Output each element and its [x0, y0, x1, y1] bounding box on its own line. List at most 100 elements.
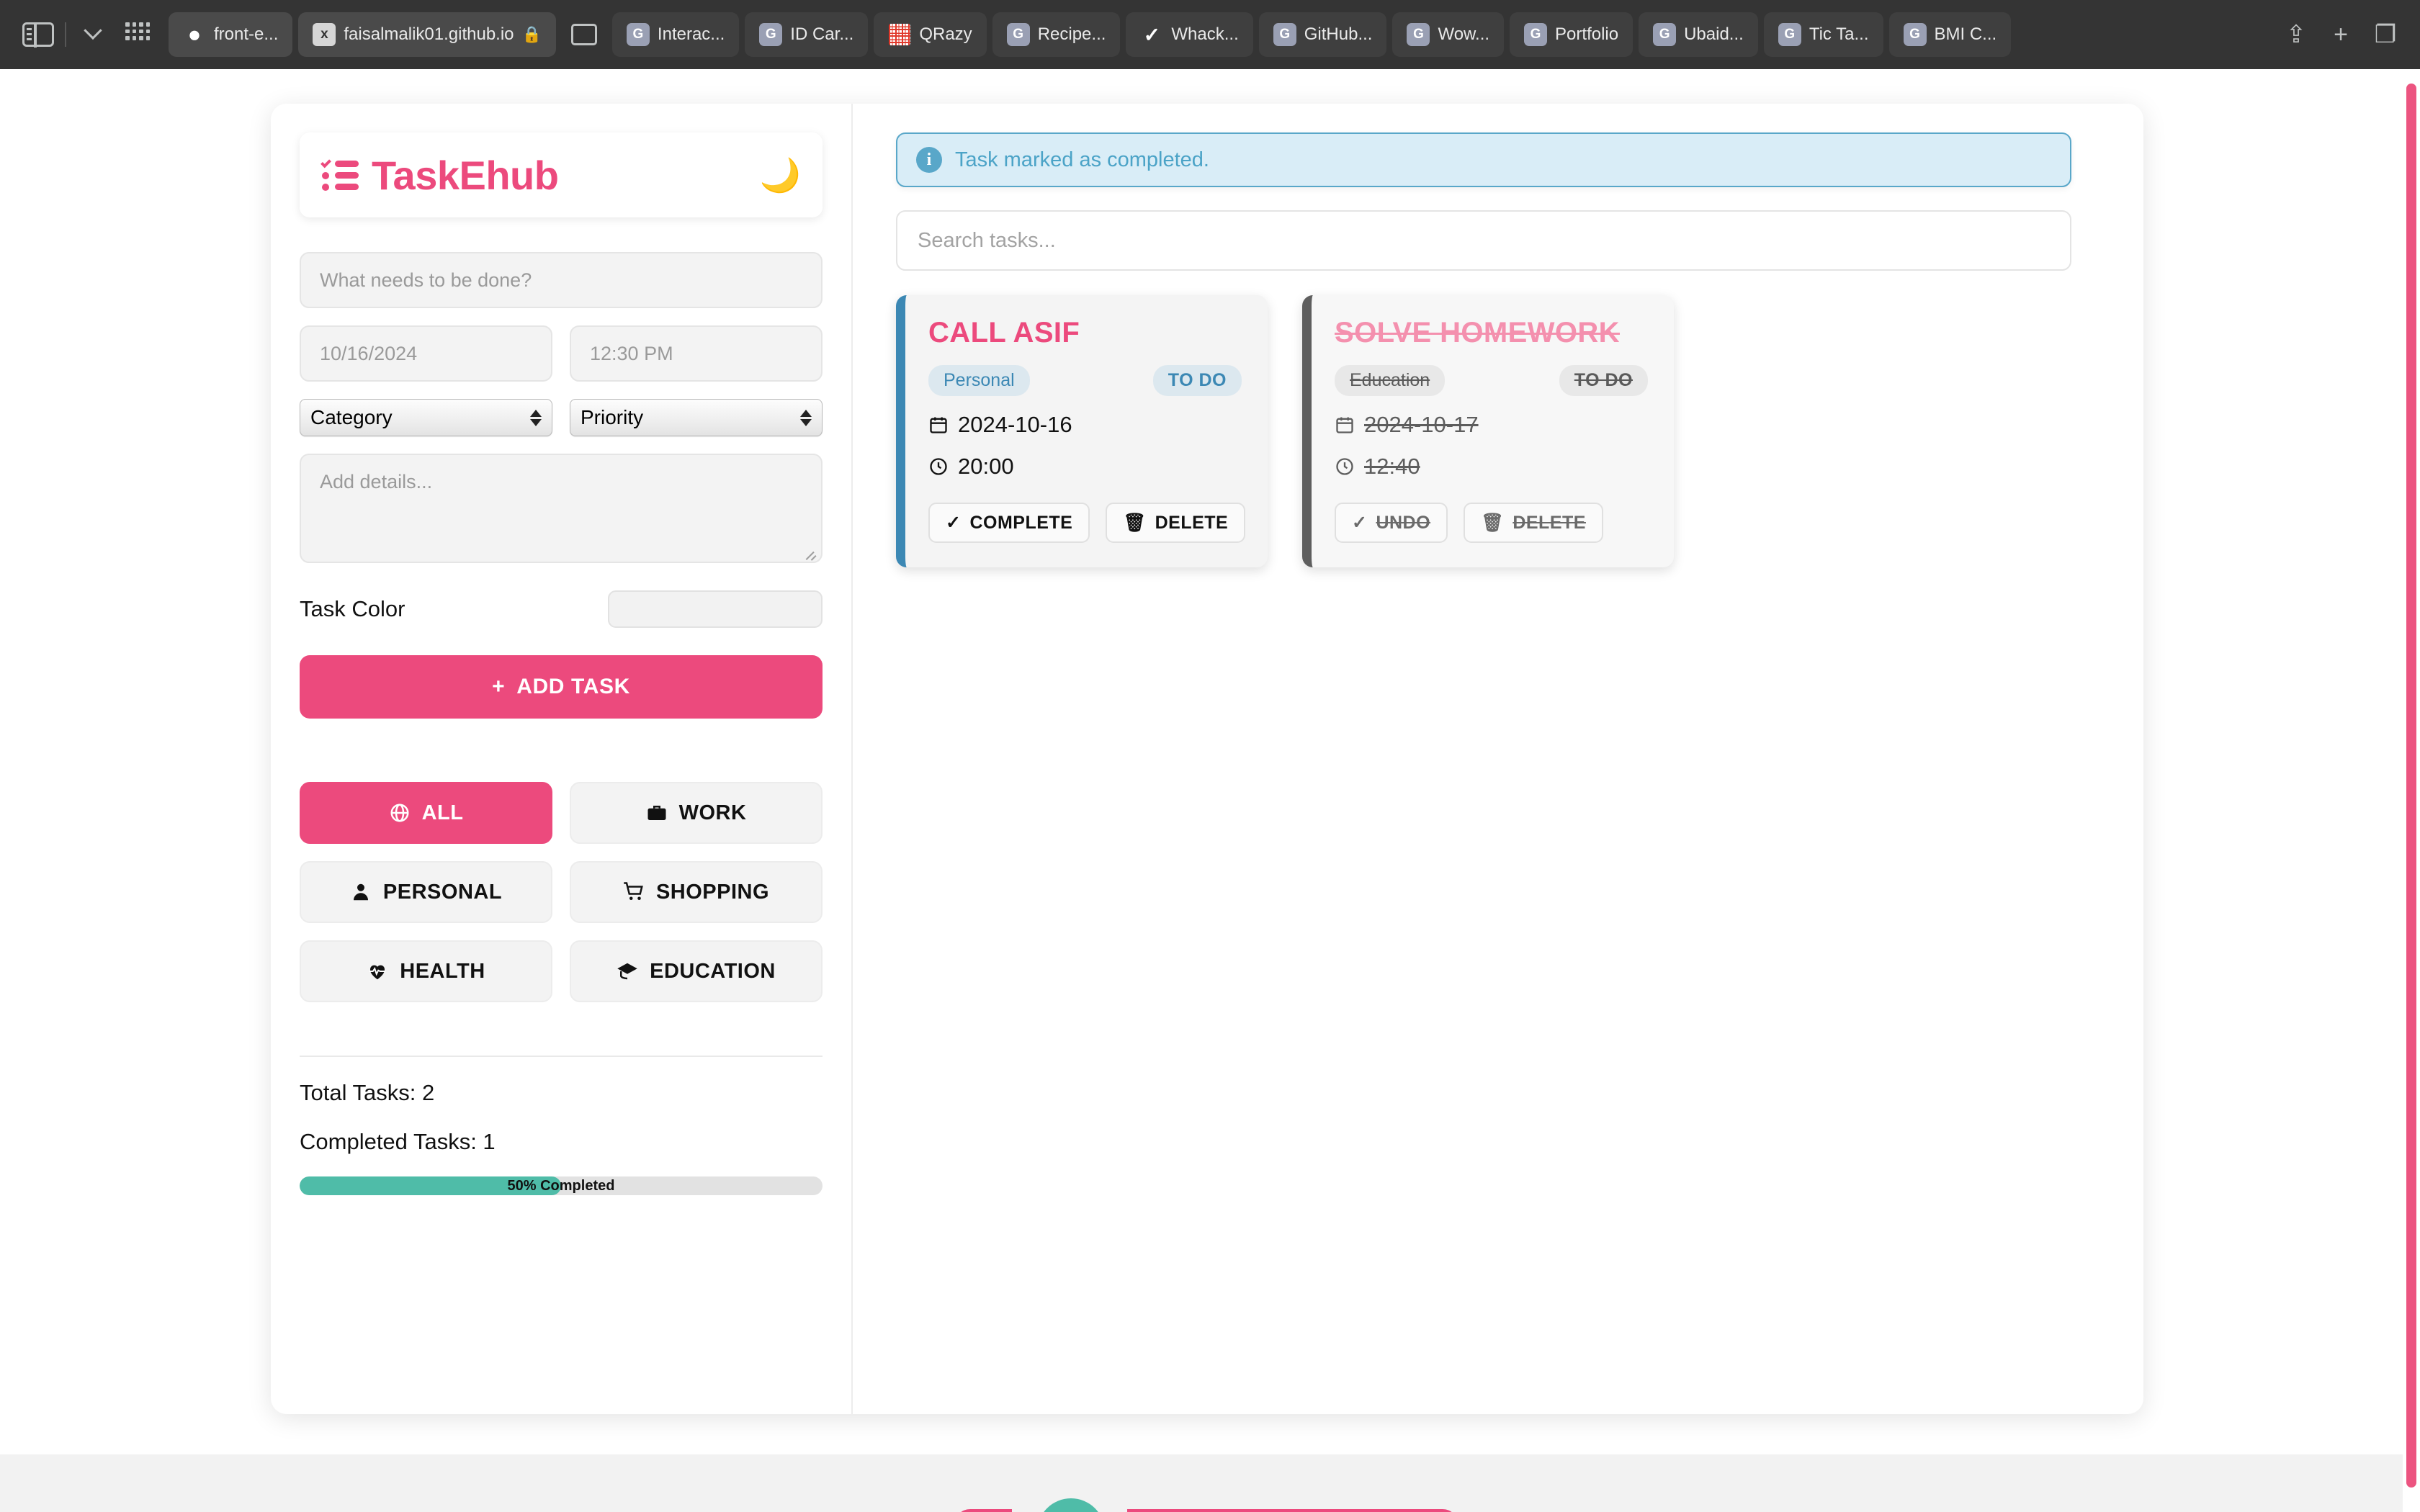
select-row: Category Priority — [300, 399, 823, 436]
scrollbar-thumb[interactable] — [2406, 84, 2416, 1488]
person-icon — [353, 883, 368, 901]
status-banner: i Task marked as completed. — [896, 132, 2071, 187]
x-icon: x — [313, 23, 336, 46]
priority-select[interactable]: Priority — [570, 399, 823, 436]
add-task-button[interactable]: + ADD TASK — [300, 655, 823, 719]
window-mode-button[interactable] — [562, 12, 606, 57]
browser-tab-github[interactable]: G GitHub... — [1258, 12, 1387, 57]
browser-tab-wow[interactable]: G Wow... — [1392, 12, 1505, 57]
task-meta: Personal TO DO — [928, 365, 1242, 396]
filter-label: HEALTH — [400, 959, 485, 983]
tab-label: Wow... — [1438, 24, 1490, 44]
tab-label: Recipe... — [1037, 24, 1106, 44]
task-color-label: Task Color — [300, 596, 405, 621]
tab-grid-button[interactable] — [115, 12, 160, 57]
browser-tab-front-end[interactable]: ● front-e... — [169, 12, 293, 57]
select-arrows-icon — [530, 409, 542, 426]
app-container: TaskEhub 🌙 What needs to be done? 10/16/… — [271, 104, 2143, 1414]
g-icon: G — [1006, 23, 1030, 46]
total-tasks-stat: Total Tasks: 2 — [300, 1080, 435, 1105]
task-details-textarea[interactable]: Add details... — [300, 454, 823, 563]
search-input[interactable]: Search tasks... — [896, 210, 2071, 271]
sidebar-toggle-button[interactable] — [16, 12, 60, 57]
browser-tab-qrazy[interactable]: QRazy — [874, 12, 987, 57]
new-task-input[interactable]: What needs to be done? — [300, 252, 823, 308]
delete-label: DELETE — [1512, 512, 1586, 533]
task-details-placeholder: Add details... — [320, 471, 433, 492]
browser-tab-whack[interactable]: ✓ Whack... — [1126, 12, 1253, 57]
g-icon: G — [1903, 23, 1927, 46]
filter-work[interactable]: WORK — [570, 782, 823, 844]
moon-icon[interactable]: 🌙 — [760, 158, 801, 192]
qr-icon — [888, 23, 911, 46]
tab-overview-icon[interactable]: ❐ — [2367, 16, 2404, 53]
task-status-badge: TO DO — [1152, 365, 1242, 396]
g-icon: G — [1273, 23, 1296, 46]
share-icon[interactable]: ⇪ — [2277, 16, 2315, 53]
due-date-input[interactable]: 10/16/2024 — [300, 325, 552, 382]
browser-tab-tic-tac[interactable]: G Tic Ta... — [1763, 12, 1883, 57]
browser-right-controls: ⇪ + ❐ — [2277, 16, 2404, 53]
filter-health[interactable]: HEALTH — [300, 940, 552, 1002]
tab-label: QRazy — [919, 24, 972, 44]
filter-label: WORK — [678, 801, 747, 824]
tab-label: BMI C... — [1934, 24, 1997, 44]
plus-icon: + — [492, 675, 506, 698]
browser-tab-interac[interactable]: G Interac... — [611, 12, 740, 57]
task-date-row: 2024-10-17 — [1335, 412, 1648, 438]
page-body: TaskEhub 🌙 What needs to be done? 10/16/… — [0, 69, 2420, 1512]
main-content: i Task marked as completed. Search tasks… — [853, 104, 2143, 1414]
complete-label: COMPLETE — [969, 512, 1073, 533]
task-date-row: 2024-10-16 — [928, 412, 1242, 438]
task-card[interactable]: CALL ASIF Personal TO DO 2024-10-16 20:0… — [896, 295, 1268, 567]
browser-left-controls — [16, 12, 160, 57]
task-meta: Education TO DO — [1335, 365, 1648, 396]
task-actions: ✓ COMPLETE 🗑 DELETE — [928, 503, 1246, 543]
heartbeat-icon — [369, 965, 386, 980]
delete-button[interactable]: 🗑 DELETE — [1464, 503, 1603, 543]
tab-label: Ubaid... — [1684, 24, 1744, 44]
filter-education[interactable]: EDUCATION — [570, 940, 823, 1002]
complete-button[interactable]: ✓ COMPLETE — [928, 503, 1090, 543]
task-card[interactable]: SOLVE HOMEWORK Education TO DO 2024-10-1… — [1302, 295, 1674, 567]
browser-tab-id-card[interactable]: G ID Car... — [745, 12, 869, 57]
resize-handle-icon[interactable] — [804, 546, 817, 559]
tab-label: Tic Ta... — [1809, 24, 1869, 44]
tab-label: Interac... — [657, 24, 725, 44]
progress-label: 50% Completed — [507, 1177, 615, 1194]
browser-tab-ubaid[interactable]: G Ubaid... — [1639, 12, 1758, 57]
browser-tab-bmi[interactable]: G BMI C... — [1888, 12, 2012, 57]
browser-tabs: ● front-e... x faisalmalik01.github.io 🔒… — [169, 12, 2267, 57]
new-tab-icon[interactable]: + — [2322, 16, 2360, 53]
toolbar-divider — [65, 22, 66, 47]
graduation-cap-icon — [617, 963, 637, 980]
task-color-picker[interactable] — [608, 590, 823, 628]
task-color-row: Task Color — [300, 590, 823, 628]
browser-tab-faisalmalik[interactable]: x faisalmalik01.github.io 🔒 — [298, 12, 556, 57]
task-status-badge: TO DO — [1559, 365, 1648, 396]
browser-tab-recipe[interactable]: G Recipe... — [992, 12, 1121, 57]
brand: TaskEhub — [321, 152, 559, 199]
browser-toolbar: ● front-e... x faisalmalik01.github.io 🔒… — [0, 0, 2420, 69]
delete-button[interactable]: 🗑 DELETE — [1106, 503, 1246, 543]
undo-button[interactable]: ✓ UNDO — [1335, 503, 1448, 543]
page-scrollbar[interactable] — [2403, 69, 2420, 1512]
due-time-input[interactable]: 12:30 PM — [570, 325, 823, 382]
tab-label: Whack... — [1171, 24, 1239, 44]
tab-label: front-e... — [214, 24, 279, 44]
tab-label: Portfolio — [1555, 24, 1619, 44]
page-title: TaskEhub — [372, 152, 559, 198]
tab-label: GitHub... — [1304, 24, 1373, 44]
browser-tab-portfolio[interactable]: G Portfolio — [1510, 12, 1634, 57]
filter-all[interactable]: ALL — [300, 782, 552, 844]
g-icon: G — [1778, 23, 1801, 46]
category-select[interactable]: Category — [300, 399, 552, 436]
filter-personal[interactable]: PERSONAL — [300, 861, 552, 923]
task-time: 20:00 — [958, 454, 1014, 479]
task-time: 12:40 — [1364, 454, 1420, 479]
filter-label: SHOPPING — [655, 880, 770, 904]
tab-group-menu-button[interactable] — [71, 12, 115, 57]
priority-select-value: Priority — [581, 406, 644, 428]
task-category-badge: Education — [1335, 365, 1446, 396]
filter-shopping[interactable]: SHOPPING — [570, 861, 823, 923]
